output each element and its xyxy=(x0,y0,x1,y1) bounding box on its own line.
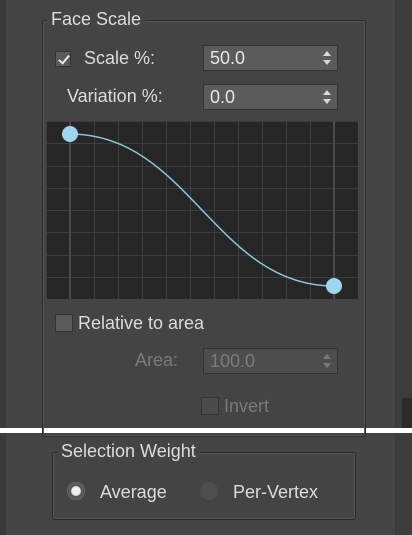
scale-checkbox[interactable] xyxy=(55,51,71,67)
panel-left-edge-bottom xyxy=(0,433,6,535)
scrollbar-track-bottom[interactable] xyxy=(395,433,412,535)
panel-left-edge xyxy=(0,0,6,428)
scrollbar-thumb[interactable] xyxy=(402,398,412,428)
scale-label: Scale %: xyxy=(84,48,156,68)
relative-to-area-label: Relative to area xyxy=(78,313,205,333)
selection-weight-title: Selection Weight xyxy=(57,441,200,462)
area-spin-arrows-icon[interactable] xyxy=(323,354,331,368)
scale-spin-arrows-icon[interactable] xyxy=(323,51,331,65)
face-scale-title: Face Scale xyxy=(47,9,146,30)
average-radio[interactable] xyxy=(67,482,85,500)
area-label: Area: xyxy=(135,350,179,370)
scale-spinner[interactable]: 50.0 xyxy=(203,45,338,71)
variation-label: Variation %: xyxy=(67,86,163,106)
invert-label: Invert xyxy=(224,396,270,416)
relative-to-area-checkbox[interactable] xyxy=(55,314,73,332)
per-vertex-radio[interactable] xyxy=(200,482,218,500)
average-label: Average xyxy=(100,482,167,502)
variation-spinner[interactable]: 0.0 xyxy=(203,84,338,110)
area-spinner[interactable]: 100.0 xyxy=(203,348,338,374)
scale-curve-editor[interactable] xyxy=(46,121,358,299)
variation-spin-arrows-icon[interactable] xyxy=(323,90,331,104)
invert-checkbox[interactable] xyxy=(201,397,219,415)
curve-point-end[interactable] xyxy=(326,278,342,294)
variation-value[interactable]: 0.0 xyxy=(210,87,235,108)
area-value[interactable]: 100.0 xyxy=(210,351,255,372)
scrollbar-track[interactable] xyxy=(395,0,412,428)
scale-value[interactable]: 50.0 xyxy=(210,48,245,69)
per-vertex-label: Per-Vertex xyxy=(233,482,319,502)
curve-point-start[interactable] xyxy=(62,126,78,142)
